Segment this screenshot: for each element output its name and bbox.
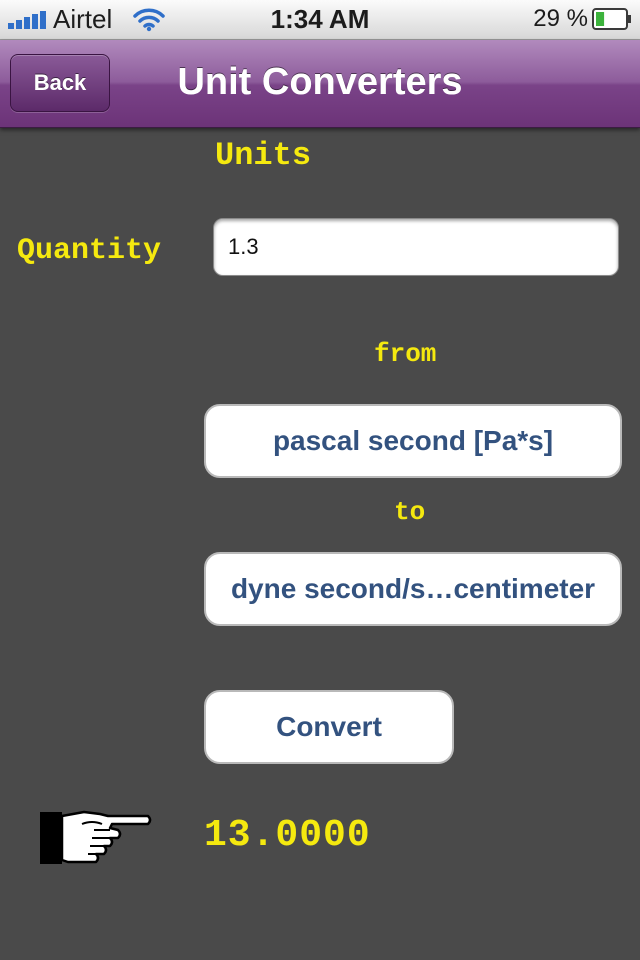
units-heading: Units [215, 137, 312, 174]
status-bar: Airtel 1:34 AM 29 % [0, 0, 640, 40]
battery-icon [592, 8, 631, 30]
pointing-hand-icon [40, 810, 152, 864]
from-unit-selector[interactable]: pascal second [Pa*s] [204, 404, 622, 478]
to-unit-selector[interactable]: dyne second/s…centimeter [204, 552, 622, 626]
back-button[interactable]: Back [10, 54, 110, 112]
convert-button[interactable]: Convert [204, 690, 454, 764]
navigation-bar: Unit Converters Back [0, 40, 640, 128]
to-label: to [394, 497, 426, 527]
result-value: 13.0000 [204, 814, 371, 857]
quantity-input[interactable] [213, 218, 619, 276]
from-label: from [374, 339, 437, 369]
quantity-label: Quantity [17, 234, 162, 268]
battery-percent: 29 % [533, 5, 588, 32]
